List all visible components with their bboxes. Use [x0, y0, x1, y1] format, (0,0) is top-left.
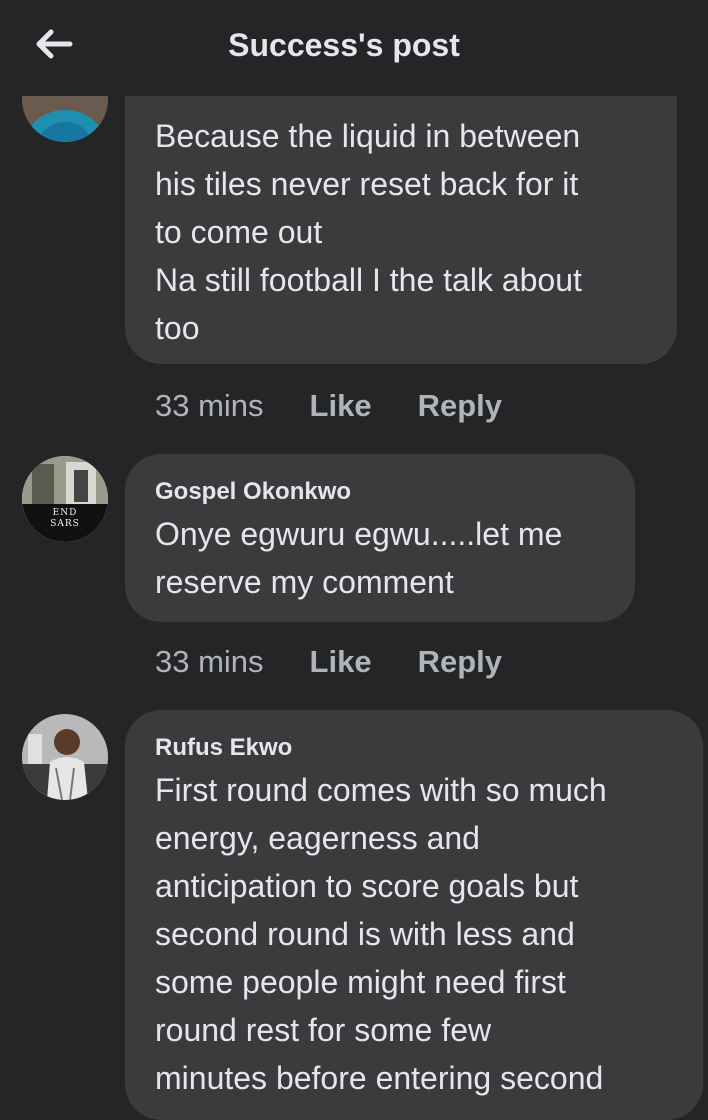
- app-header: Success's post: [0, 0, 708, 96]
- comment-bubble[interactable]: Rufus Ekwo First round comes with so muc…: [125, 710, 703, 1120]
- end-sars-badge-text: END SARS: [50, 508, 80, 529]
- comment-text: Because the liquid in between his tiles …: [155, 118, 582, 346]
- comment-time: 33 mins: [155, 644, 264, 679]
- comment-meta: 33 mins Like Reply: [155, 386, 502, 426]
- like-button[interactable]: Like: [310, 388, 372, 424]
- comment-bubble[interactable]: Gospel Okonkwo Onye egwuru egwu.....let …: [125, 454, 635, 622]
- avatar[interactable]: END SARS: [22, 456, 108, 542]
- like-button[interactable]: Like: [310, 644, 372, 680]
- reply-button[interactable]: Reply: [418, 388, 502, 424]
- avatar[interactable]: [22, 714, 108, 800]
- reply-button[interactable]: Reply: [418, 644, 502, 680]
- comment-time: 33 mins: [155, 388, 264, 423]
- comment-text: Onye egwuru egwu.....let me reserve my c…: [155, 516, 563, 600]
- comment-text: First round comes with so much energy, e…: [155, 772, 607, 1096]
- comment-bubble[interactable]: Because the liquid in between his tiles …: [125, 60, 677, 364]
- comment-author[interactable]: Gospel Okonkwo: [155, 478, 605, 506]
- comment-meta: 33 mins Like Reply: [155, 642, 502, 682]
- page-title: Success's post: [228, 27, 460, 63]
- comment-author[interactable]: Rufus Ekwo: [155, 734, 673, 762]
